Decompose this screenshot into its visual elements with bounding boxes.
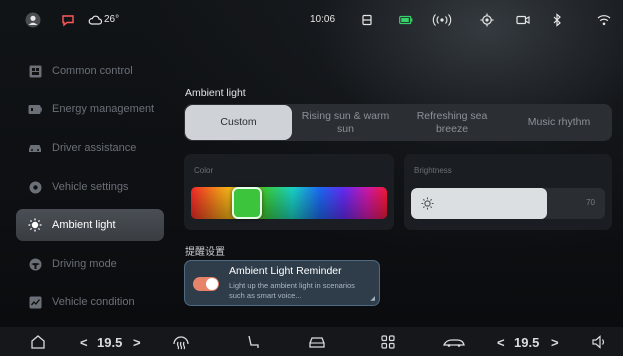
right-temp-value: 19.5	[514, 335, 540, 350]
tab-rising-sun[interactable]: Rising sun & warm sun	[298, 104, 393, 141]
reminder-title: Ambient Light Reminder	[229, 265, 342, 277]
sidebar-item-label: Vehicle settings	[52, 181, 129, 193]
sidebar-item-common-control[interactable]: Common control	[16, 55, 164, 87]
sidebar-item-label: Energy management	[52, 103, 155, 115]
condition-icon	[28, 295, 42, 309]
apps-icon[interactable]	[381, 335, 395, 349]
settings-icon	[28, 180, 42, 194]
brightness-label: Brightness	[414, 166, 452, 175]
tab-music-rhythm[interactable]: Music rhythm	[509, 104, 609, 141]
sidebar-item-label: Driving mode	[52, 258, 117, 270]
sidebar-item-vehicle-condition[interactable]: Vehicle condition	[16, 286, 164, 318]
color-picker-handle[interactable]	[232, 187, 262, 219]
car-climate-icon[interactable]	[442, 334, 466, 350]
reminder-description: Light up the ambient light in scenarios …	[229, 281, 355, 300]
sidebar-item-label: Ambient light	[52, 219, 116, 231]
avatar-icon[interactable]	[25, 12, 41, 28]
camera-icon[interactable]	[516, 14, 530, 26]
color-label: Color	[194, 166, 214, 175]
mode-tabs: Custom Rising sun & warm sun Refreshing …	[184, 104, 612, 141]
seat-icon[interactable]	[361, 14, 373, 26]
left-temp-increase[interactable]: >	[133, 335, 141, 350]
sidebar-item-driver-assistance[interactable]: Driver assistance	[16, 132, 164, 164]
sidebar-item-driving-mode[interactable]: Driving mode	[16, 248, 164, 280]
sidebar-item-label: Common control	[52, 65, 133, 77]
steering-icon	[28, 257, 42, 271]
resize-corner-icon: ◢	[370, 296, 375, 302]
vehicle-icon[interactable]	[308, 334, 326, 350]
right-temp-decrease[interactable]: <	[497, 335, 505, 350]
reminder-section-title: 提醒设置	[185, 247, 225, 258]
location-icon[interactable]	[480, 13, 494, 27]
sidebar-item-energy-management[interactable]: Energy management	[16, 93, 164, 125]
home-icon[interactable]	[30, 334, 46, 350]
bluetooth-icon[interactable]	[552, 13, 562, 27]
light-icon	[28, 218, 42, 232]
right-temp-increase[interactable]: >	[551, 335, 559, 350]
brightness-slider[interactable]: 70	[411, 188, 605, 219]
defrost-icon[interactable]	[172, 334, 190, 350]
tab-custom[interactable]: Custom	[185, 105, 292, 140]
battery-icon	[399, 15, 413, 25]
clock-time: 10:06	[310, 14, 336, 25]
car-icon	[28, 141, 42, 155]
sidebar-item-label: Driver assistance	[52, 142, 137, 154]
grid-icon	[28, 64, 42, 78]
seat-heating-icon[interactable]	[245, 334, 261, 350]
reminder-toggle-knob	[206, 278, 218, 290]
temperature-text: 26°	[104, 14, 120, 25]
battery-icon	[28, 102, 42, 116]
left-temp-value: 19.5	[97, 335, 123, 350]
color-slider[interactable]	[191, 187, 387, 219]
status-bar: 26° 10:06	[0, 0, 623, 44]
sidebar-item-label: Vehicle condition	[52, 296, 135, 308]
message-icon[interactable]	[61, 13, 75, 27]
left-temp-decrease[interactable]: <	[80, 335, 88, 350]
tab-sea-breeze[interactable]: Refreshing sea breeze	[404, 104, 500, 141]
sidebar-item-ambient-light[interactable]: Ambient light	[16, 209, 164, 241]
sun-icon	[421, 197, 434, 210]
sidebar-item-vehicle-settings[interactable]: Vehicle settings	[16, 171, 164, 203]
volume-icon[interactable]	[591, 334, 607, 350]
page-title: Ambient light	[185, 87, 246, 99]
cloud-icon	[88, 14, 102, 26]
brightness-value: 70	[586, 198, 595, 207]
wifi-icon	[597, 14, 611, 26]
radio-icon[interactable]	[431, 13, 453, 27]
